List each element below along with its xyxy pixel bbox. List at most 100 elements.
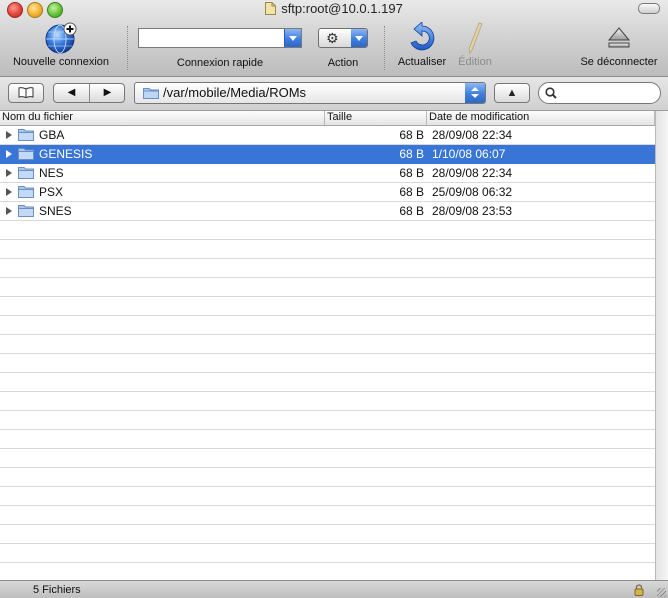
row-gridline <box>0 221 655 240</box>
toolbar-separator <box>127 26 128 70</box>
file-size: 68 B <box>399 204 424 218</box>
document-icon <box>265 2 277 15</box>
row-gridline <box>0 544 655 563</box>
table-row[interactable]: SNES 68 B 28/09/08 23:53 <box>0 202 655 221</box>
disclosure-triangle-icon[interactable] <box>6 169 12 177</box>
column-header-size[interactable]: Taille <box>325 111 427 125</box>
folder-icon <box>18 205 34 217</box>
file-count: 5 Fichiers <box>33 584 81 596</box>
row-gridline <box>0 525 655 544</box>
back-button[interactable]: ◀ <box>54 84 90 102</box>
row-gridline <box>0 335 655 354</box>
search-field[interactable] <box>538 82 661 104</box>
edit-label: Édition <box>458 56 492 68</box>
row-gridline <box>0 430 655 449</box>
row-gridline <box>0 373 655 392</box>
disconnect-button[interactable]: Se déconnecter <box>580 22 658 68</box>
row-gridline <box>0 392 655 411</box>
disclosure-triangle-icon[interactable] <box>6 188 12 196</box>
file-date: 28/09/08 22:34 <box>432 128 513 142</box>
column-header-name[interactable]: Nom du fichier <box>0 111 325 125</box>
table-row[interactable]: GBA 68 B 28/09/08 22:34 <box>0 126 655 145</box>
row-gridline <box>0 506 655 525</box>
file-name: GENESIS <box>39 147 93 161</box>
row-gridline <box>0 563 655 580</box>
book-icon <box>18 87 34 99</box>
search-input[interactable] <box>559 85 659 103</box>
back-arrow-icon: ◀ <box>67 87 76 98</box>
refresh-button[interactable]: Actualiser <box>398 21 446 68</box>
lock-icon[interactable] <box>634 584 644 596</box>
toolbar-toggle-button[interactable] <box>638 3 660 14</box>
folder-icon <box>143 88 159 99</box>
resize-grip[interactable] <box>657 588 666 597</box>
quick-connect-input[interactable] <box>141 30 285 48</box>
quick-connect-dropdown-button[interactable] <box>284 29 301 47</box>
row-gridline <box>0 297 655 316</box>
file-size: 68 B <box>399 166 424 180</box>
table-row[interactable]: NES 68 B 28/09/08 22:34 <box>0 164 655 183</box>
refresh-icon <box>410 21 435 51</box>
row-gridline <box>0 354 655 373</box>
window-title-area: sftp:root@10.0.1.197 <box>0 1 668 16</box>
new-connection-label: Nouvelle connexion <box>12 56 109 68</box>
table-row[interactable]: PSX 68 B 25/09/08 06:32 <box>0 183 655 202</box>
disconnect-label: Se déconnecter <box>580 56 658 68</box>
up-arrow-icon: ▲ <box>506 87 518 99</box>
file-name: GBA <box>39 128 65 142</box>
bookmarks-button[interactable] <box>8 83 44 103</box>
folder-icon <box>18 129 34 141</box>
table-row[interactable]: GENESIS 68 B 1/10/08 06:07 <box>0 145 655 164</box>
forward-arrow-icon: ▶ <box>103 87 112 98</box>
title-toolbar: sftp:root@10.0.1.197 Nouvelle connexion … <box>0 0 668 77</box>
row-gridline <box>0 240 655 259</box>
file-size: 68 B <box>399 185 424 199</box>
file-size: 68 B <box>399 128 424 142</box>
history-segmented-control: ◀ ▶ <box>53 83 125 103</box>
row-gridline <box>0 278 655 297</box>
window-title: sftp:root@10.0.1.197 <box>281 1 403 16</box>
vertical-scrollbar[interactable] <box>655 111 668 580</box>
gear-icon: ⚙ <box>326 30 339 46</box>
file-date: 25/09/08 06:32 <box>432 185 513 199</box>
updown-chevron-icon <box>465 83 485 103</box>
column-header-date[interactable]: Date de modification <box>427 111 655 125</box>
search-icon <box>545 87 557 99</box>
parent-directory-button[interactable]: ▲ <box>494 83 530 103</box>
file-date: 1/10/08 06:07 <box>432 147 506 161</box>
ftp-client-window: sftp:root@10.0.1.197 Nouvelle connexion … <box>0 0 668 598</box>
status-bar: 5 Fichiers <box>0 580 668 598</box>
file-size: 68 B <box>399 147 424 161</box>
quick-connect-combo[interactable] <box>138 28 302 48</box>
edit-button[interactable]: Édition <box>458 22 492 68</box>
row-gridline <box>0 411 655 430</box>
row-gridline <box>0 487 655 506</box>
row-gridline <box>0 316 655 335</box>
pencil-icon <box>468 22 483 54</box>
path-popup[interactable]: /var/mobile/Media/ROMs <box>134 82 486 104</box>
file-list: GBA 68 B 28/09/08 22:34 GENESIS 68 B 1/1… <box>0 126 655 580</box>
file-list-header: Nom du fichier Taille Date de modificati… <box>0 111 668 126</box>
file-date: 28/09/08 23:53 <box>432 204 513 218</box>
eject-icon <box>607 27 631 48</box>
disclosure-triangle-icon[interactable] <box>6 150 12 158</box>
file-name: SNES <box>39 204 72 218</box>
quick-connect-label: Connexion rapide <box>176 57 264 69</box>
disclosure-triangle-icon[interactable] <box>6 131 12 139</box>
current-path: /var/mobile/Media/ROMs <box>163 85 307 100</box>
globe-plus-icon <box>45 22 77 54</box>
folder-icon <box>18 148 34 160</box>
action-label: Action <box>327 57 359 69</box>
folder-icon <box>18 186 34 198</box>
navigation-bar: ◀ ▶ /var/mobile/Media/ROMs ▲ <box>0 77 668 111</box>
file-name: NES <box>39 166 64 180</box>
action-menu-button[interactable]: ⚙ <box>318 28 368 48</box>
forward-button[interactable]: ▶ <box>90 84 125 102</box>
row-gridline <box>0 259 655 278</box>
chevron-down-icon <box>351 29 367 47</box>
new-connection-button[interactable]: Nouvelle connexion <box>13 22 109 68</box>
row-gridline <box>0 468 655 487</box>
folder-icon <box>18 167 34 179</box>
disclosure-triangle-icon[interactable] <box>6 207 12 215</box>
row-gridline <box>0 449 655 468</box>
